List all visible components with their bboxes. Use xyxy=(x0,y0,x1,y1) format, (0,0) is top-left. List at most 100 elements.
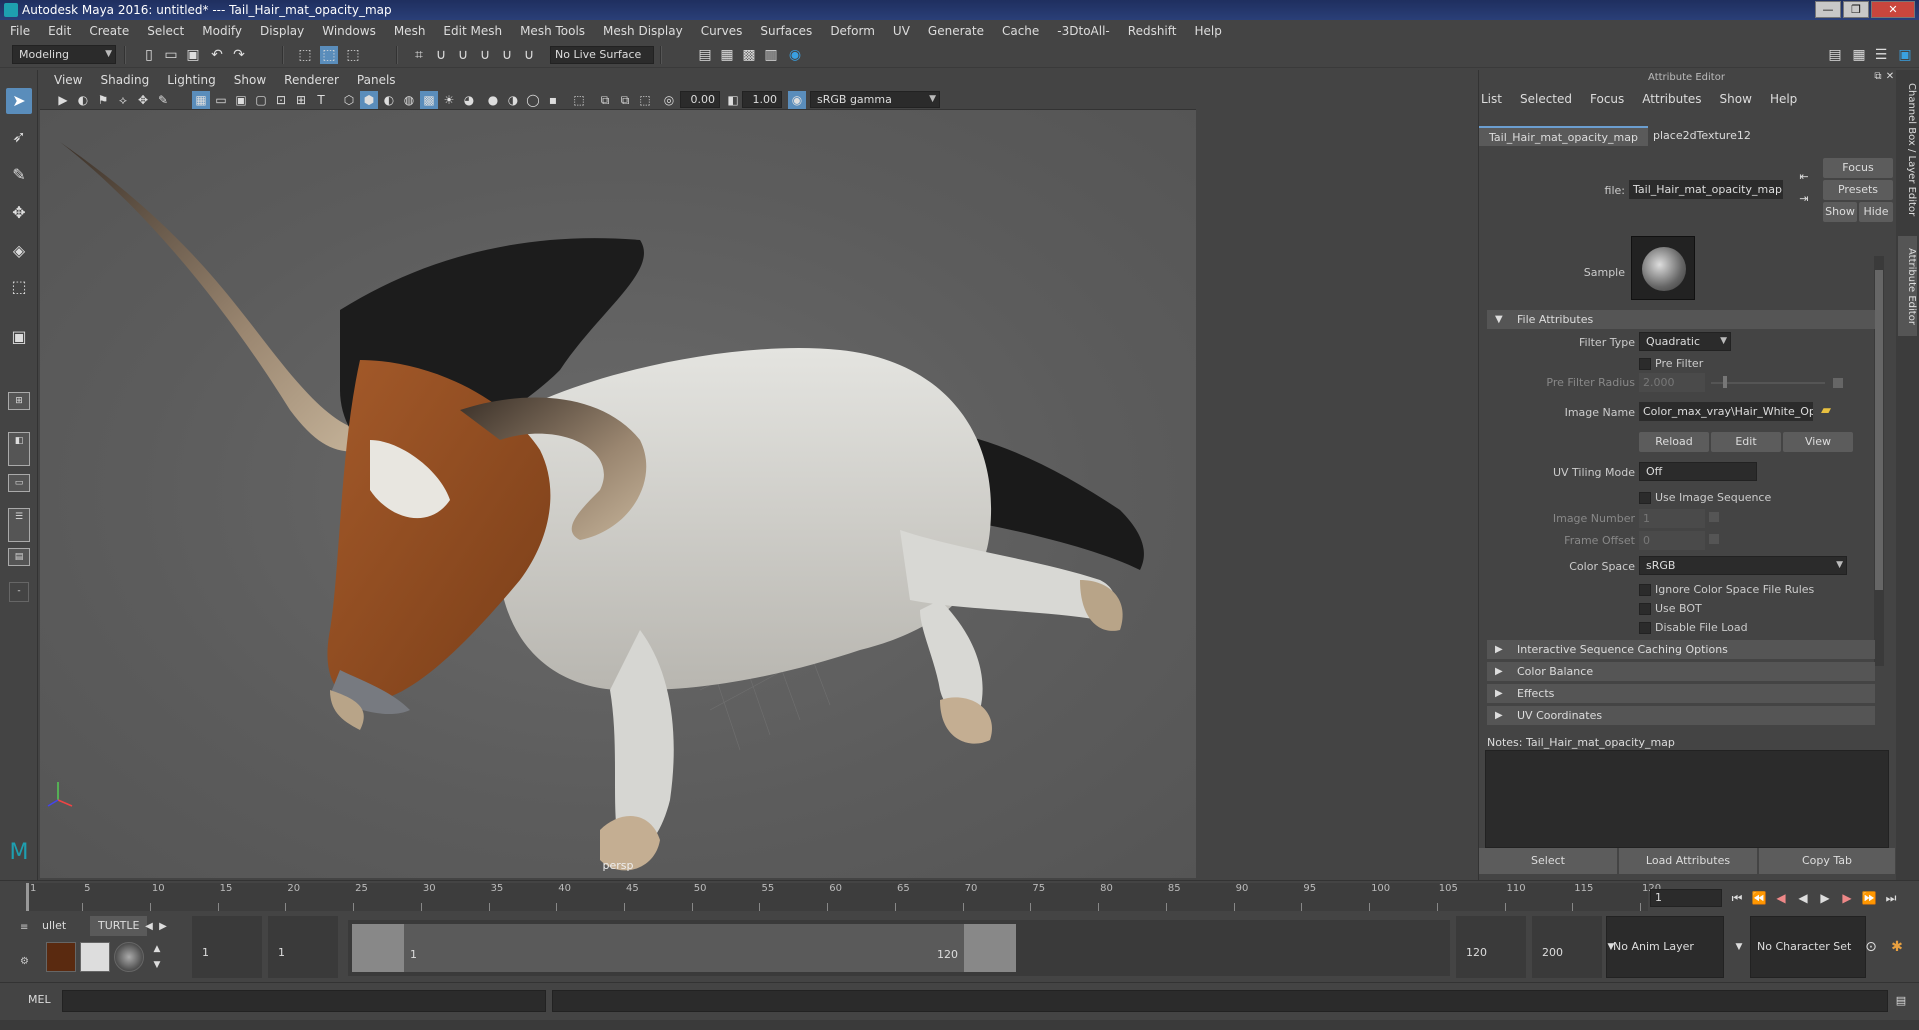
use-image-sequence-checkbox[interactable] xyxy=(1639,492,1651,504)
use-bot-checkbox[interactable] xyxy=(1639,603,1651,615)
playback-end-field[interactable]: 120 xyxy=(1456,916,1526,978)
layout-four-panes-icon[interactable]: ⊞ xyxy=(8,392,30,410)
hide-button[interactable]: Hide xyxy=(1859,202,1893,222)
render-settings-icon[interactable]: ▤ xyxy=(696,46,714,64)
isolate-select-icon[interactable]: ⬚ xyxy=(570,91,588,109)
pre-filter-checkbox[interactable] xyxy=(1639,358,1651,370)
color-management-icon[interactable]: ◉ xyxy=(788,91,806,109)
grease-pencil-icon[interactable]: ✎ xyxy=(154,91,172,109)
vp-menu-show[interactable]: Show xyxy=(234,73,266,87)
toggle-outliner-icon[interactable]: ☰ xyxy=(1872,46,1890,64)
folder-icon[interactable]: ▰ xyxy=(1817,402,1835,420)
close-button[interactable]: ✕ xyxy=(1871,1,1915,18)
show-button[interactable]: Show xyxy=(1823,202,1857,222)
vp-menu-lighting[interactable]: Lighting xyxy=(167,73,216,87)
2d-pan-zoom-icon[interactable]: ✥ xyxy=(134,91,152,109)
vp-menu-shading[interactable]: Shading xyxy=(100,73,149,87)
section-color-balance[interactable]: ▶ Color Balance xyxy=(1487,662,1875,681)
animation-start-field[interactable]: 1 xyxy=(192,916,262,978)
pre-filter-radius-slider[interactable] xyxy=(1711,382,1825,384)
snap-view-icon[interactable]: ∪ xyxy=(476,46,494,64)
play-forwards-icon[interactable]: ▶ xyxy=(1816,889,1834,907)
menu-file[interactable]: File xyxy=(10,24,30,38)
image-name-field[interactable]: Color_max_vray\Hair_White_Opacity.png xyxy=(1639,402,1813,421)
presets-button[interactable]: Presets xyxy=(1823,180,1893,200)
bookmark-icon[interactable]: ⚑ xyxy=(94,91,112,109)
ipr-render-icon[interactable]: ▥ xyxy=(762,46,780,64)
select-object-icon[interactable]: ⬚ xyxy=(320,46,338,64)
frame-offset-field[interactable]: 0 xyxy=(1639,531,1705,550)
shelf-menu-icon[interactable]: ≡ xyxy=(20,922,34,933)
snap-grid-icon[interactable]: ⌗ xyxy=(410,46,428,64)
attribute-editor-scrollbar[interactable] xyxy=(1874,256,1884,666)
camera-attributes-icon[interactable]: ◐ xyxy=(74,91,92,109)
open-scene-icon[interactable]: ▭ xyxy=(162,46,180,64)
textured-icon[interactable]: ▩ xyxy=(420,91,438,109)
reload-button[interactable]: Reload xyxy=(1639,432,1709,452)
make-live-icon[interactable]: ∪ xyxy=(520,46,538,64)
save-scene-icon[interactable]: ▣ xyxy=(184,46,202,64)
select-hierarchy-icon[interactable]: ⬚ xyxy=(296,46,314,64)
vp-menu-renderer[interactable]: Renderer xyxy=(284,73,339,87)
shelf-scroll-down-icon[interactable]: ▼ xyxy=(148,956,166,974)
turtle-settings-icon[interactable] xyxy=(80,942,110,972)
shelf-tabs-right-icon[interactable]: ▶ xyxy=(154,918,172,936)
select-component-icon[interactable]: ⬚ xyxy=(344,46,362,64)
step-forward-key-icon[interactable]: ⏩ xyxy=(1860,889,1878,907)
current-frame-field[interactable]: 1 xyxy=(1650,889,1722,907)
disable-file-load-checkbox[interactable] xyxy=(1639,622,1651,634)
select-tool-icon[interactable]: ➤ xyxy=(6,88,32,114)
menu-modify[interactable]: Modify xyxy=(202,24,242,38)
turtle-sphere-icon[interactable] xyxy=(114,942,144,972)
exposure-icon[interactable]: ◎ xyxy=(660,91,678,109)
maya-home-icon[interactable]: M xyxy=(6,840,32,866)
maximize-button[interactable]: ❐ xyxy=(1843,1,1869,18)
menuset-dropdown[interactable]: Modeling ▼ xyxy=(12,45,116,64)
ae-menu-selected[interactable]: Selected xyxy=(1520,92,1572,110)
animation-preferences-icon[interactable]: ✱ xyxy=(1888,938,1906,956)
shelf-tab-turtle[interactable]: TURTLE xyxy=(90,916,148,936)
wireframe-icon[interactable]: ⬡ xyxy=(340,91,358,109)
current-time-marker[interactable] xyxy=(26,883,29,911)
float-panel-icon[interactable]: ⧉ xyxy=(1871,70,1885,84)
command-input[interactable] xyxy=(62,990,546,1012)
section-uv-coordinates[interactable]: ▶ UV Coordinates xyxy=(1487,706,1875,725)
close-panel-icon[interactable]: ✕ xyxy=(1885,70,1895,84)
tab-file-node[interactable]: Tail_Hair_mat_opacity_map xyxy=(1479,126,1648,146)
anim-layer-chevron-icon[interactable]: ▼ xyxy=(1602,938,1620,956)
menu-surfaces[interactable]: Surfaces xyxy=(760,24,812,38)
minimize-button[interactable]: — xyxy=(1815,1,1841,18)
view-button[interactable]: View xyxy=(1783,432,1853,452)
range-end-handle[interactable] xyxy=(964,924,1016,972)
menu-generate[interactable]: Generate xyxy=(928,24,984,38)
time-slider[interactable]: 1 5 10 15 20 25 30 35 40 45 50 55 60 65 70 75 80 85 90 95 10… xyxy=(0,880,1919,916)
vp-menu-panels[interactable]: Panels xyxy=(357,73,396,87)
render-view-icon[interactable]: ▦ xyxy=(718,46,736,64)
go-to-output-icon[interactable]: ⇥ xyxy=(1795,190,1813,208)
auto-key-icon[interactable]: ⊙ xyxy=(1862,938,1880,956)
safe-action-icon[interactable]: ⊞ xyxy=(292,91,310,109)
gate-mask-icon[interactable]: ▢ xyxy=(252,91,270,109)
safe-title-icon[interactable]: T xyxy=(312,91,330,109)
view-transform-dropdown[interactable]: sRGB gamma ▼ xyxy=(810,91,940,108)
go-to-end-icon[interactable]: ⏭ xyxy=(1882,889,1900,907)
image-number-field[interactable]: 1 xyxy=(1639,509,1705,528)
menu-mesh-display[interactable]: Mesh Display xyxy=(603,24,683,38)
perspective-viewport[interactable]: persp xyxy=(40,110,1196,878)
undo-icon[interactable]: ↶ xyxy=(208,46,226,64)
copy-tab-button[interactable]: Copy Tab xyxy=(1759,848,1895,874)
character-set-dropdown[interactable]: No Character Set xyxy=(1750,916,1866,978)
rotate-tool-icon[interactable]: ◈ xyxy=(6,238,32,264)
live-surface-field[interactable]: No Live Surface xyxy=(550,46,654,64)
vp-menu-view[interactable]: View xyxy=(54,73,82,87)
range-start-handle[interactable] xyxy=(352,924,404,972)
snap-point-icon[interactable]: ∪ xyxy=(454,46,472,64)
camera-icon[interactable]: ▶ xyxy=(54,91,72,109)
animation-end-field[interactable]: 200 xyxy=(1532,916,1602,978)
use-all-lights-icon[interactable]: ☀ xyxy=(440,91,458,109)
load-attributes-button[interactable]: Load Attributes xyxy=(1619,848,1757,874)
lasso-tool-icon[interactable]: ➶ xyxy=(6,124,32,150)
exposure-field[interactable]: 0.00 xyxy=(680,91,720,108)
pre-filter-radius-field[interactable]: 2.000 xyxy=(1639,373,1705,392)
menu-select[interactable]: Select xyxy=(147,24,184,38)
